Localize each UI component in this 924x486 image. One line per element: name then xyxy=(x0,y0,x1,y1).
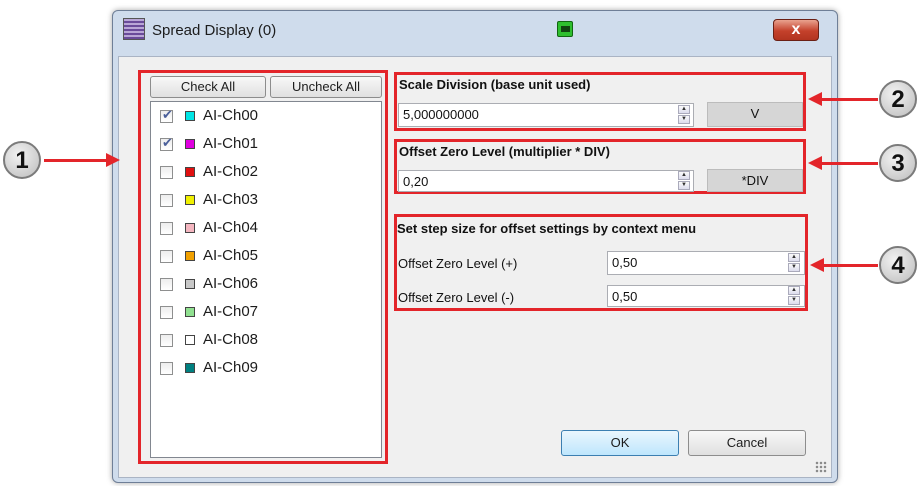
channel-checkbox[interactable] xyxy=(160,166,173,179)
channel-label: AI-Ch04 xyxy=(203,219,259,236)
callout-3: 3 xyxy=(879,144,917,182)
channel-label: AI-Ch09 xyxy=(203,359,259,376)
callout-1-arrow-line xyxy=(44,159,108,162)
channel-color-swatch xyxy=(185,195,195,205)
offset-plus-label: Offset Zero Level (+) xyxy=(398,256,518,271)
scale-unit-button[interactable]: V xyxy=(707,102,803,127)
channel-item[interactable]: ✔ AI-Ch01 xyxy=(160,134,360,158)
channel-label: AI-Ch07 xyxy=(203,303,259,320)
checkmark-icon: ✔ xyxy=(162,135,173,150)
offset-zero-title: Offset Zero Level (multiplier * DIV) xyxy=(399,144,610,159)
channel-checkbox[interactable]: ✔ xyxy=(160,107,173,123)
scale-division-spinner[interactable]: ▲ ▼ xyxy=(678,105,690,125)
channel-checkbox[interactable] xyxy=(160,194,173,207)
offset-zero-spinner[interactable]: ▲ ▼ xyxy=(678,171,690,191)
offset-minus-label: Offset Zero Level (-) xyxy=(398,290,515,305)
channel-color-swatch xyxy=(185,251,195,261)
callout-1: 1 xyxy=(3,141,41,179)
channel-checkbox[interactable]: ✔ xyxy=(160,135,173,151)
channel-item[interactable]: AI-Ch04 xyxy=(160,218,360,242)
check-all-button[interactable]: Check All xyxy=(150,76,266,98)
channel-checkbox[interactable] xyxy=(160,362,173,375)
offset-zero-input[interactable]: 0,20 xyxy=(398,170,694,192)
channel-item[interactable]: AI-Ch02 xyxy=(160,162,360,186)
channel-label: AI-Ch00 xyxy=(203,107,259,124)
callout-1-arrowhead xyxy=(106,153,120,167)
callout-2: 2 xyxy=(879,80,917,118)
callout-2-arrow-line xyxy=(820,98,878,101)
offset-unit-button[interactable]: *DIV xyxy=(707,169,803,192)
channel-item[interactable]: AI-Ch05 xyxy=(160,246,360,270)
channel-checkbox[interactable] xyxy=(160,250,173,263)
uncheck-all-button[interactable]: Uncheck All xyxy=(270,76,382,98)
channel-label: AI-Ch02 xyxy=(203,163,259,180)
channel-checkbox[interactable] xyxy=(160,278,173,291)
channel-label: AI-Ch03 xyxy=(203,191,259,208)
offset-minus-input[interactable]: 0,50 xyxy=(607,285,805,307)
scale-division-title: Scale Division (base unit used) xyxy=(399,77,591,92)
channel-label: AI-Ch06 xyxy=(203,275,259,292)
close-button[interactable]: x xyxy=(773,19,819,41)
app-icon xyxy=(123,18,145,40)
offset-plus-spinner[interactable]: ▲ ▼ xyxy=(788,253,800,273)
channel-color-swatch xyxy=(185,335,195,345)
channel-color-swatch xyxy=(185,139,195,149)
channel-color-swatch xyxy=(185,111,195,121)
channel-item[interactable]: AI-Ch06 xyxy=(160,274,360,298)
channel-checkbox[interactable] xyxy=(160,222,173,235)
channel-color-swatch xyxy=(185,307,195,317)
checkmark-icon: ✔ xyxy=(162,107,173,122)
channel-item[interactable]: AI-Ch08 xyxy=(160,330,360,354)
channel-color-swatch xyxy=(185,167,195,177)
channel-color-swatch xyxy=(185,363,195,373)
scale-division-input[interactable]: 5,000000000 xyxy=(398,103,694,127)
channel-item[interactable]: AI-Ch09 xyxy=(160,358,360,382)
offset-plus-input[interactable]: 0,50 xyxy=(607,251,805,275)
channel-label: AI-Ch08 xyxy=(203,331,259,348)
callout-4-arrow-line xyxy=(822,264,878,267)
window-title: Spread Display (0) xyxy=(152,22,277,39)
cancel-button[interactable]: Cancel xyxy=(688,430,806,456)
channel-checkbox[interactable] xyxy=(160,334,173,347)
printer-icon[interactable] xyxy=(557,21,573,37)
resize-grip-icon[interactable] xyxy=(815,461,827,473)
channel-color-swatch xyxy=(185,223,195,233)
channel-item[interactable]: AI-Ch03 xyxy=(160,190,360,214)
channel-item[interactable]: ✔ AI-Ch00 xyxy=(160,106,360,130)
channel-label: AI-Ch01 xyxy=(203,135,259,152)
channel-item[interactable]: AI-Ch07 xyxy=(160,302,360,326)
step-size-title: Set step size for offset settings by con… xyxy=(397,221,697,236)
channel-label: AI-Ch05 xyxy=(203,247,259,264)
channel-checkbox[interactable] xyxy=(160,306,173,319)
channel-color-swatch xyxy=(185,279,195,289)
offset-minus-spinner[interactable]: ▲ ▼ xyxy=(788,286,800,306)
callout-4: 4 xyxy=(879,246,917,284)
ok-button[interactable]: OK xyxy=(561,430,679,456)
callout-3-arrow-line xyxy=(820,162,878,165)
